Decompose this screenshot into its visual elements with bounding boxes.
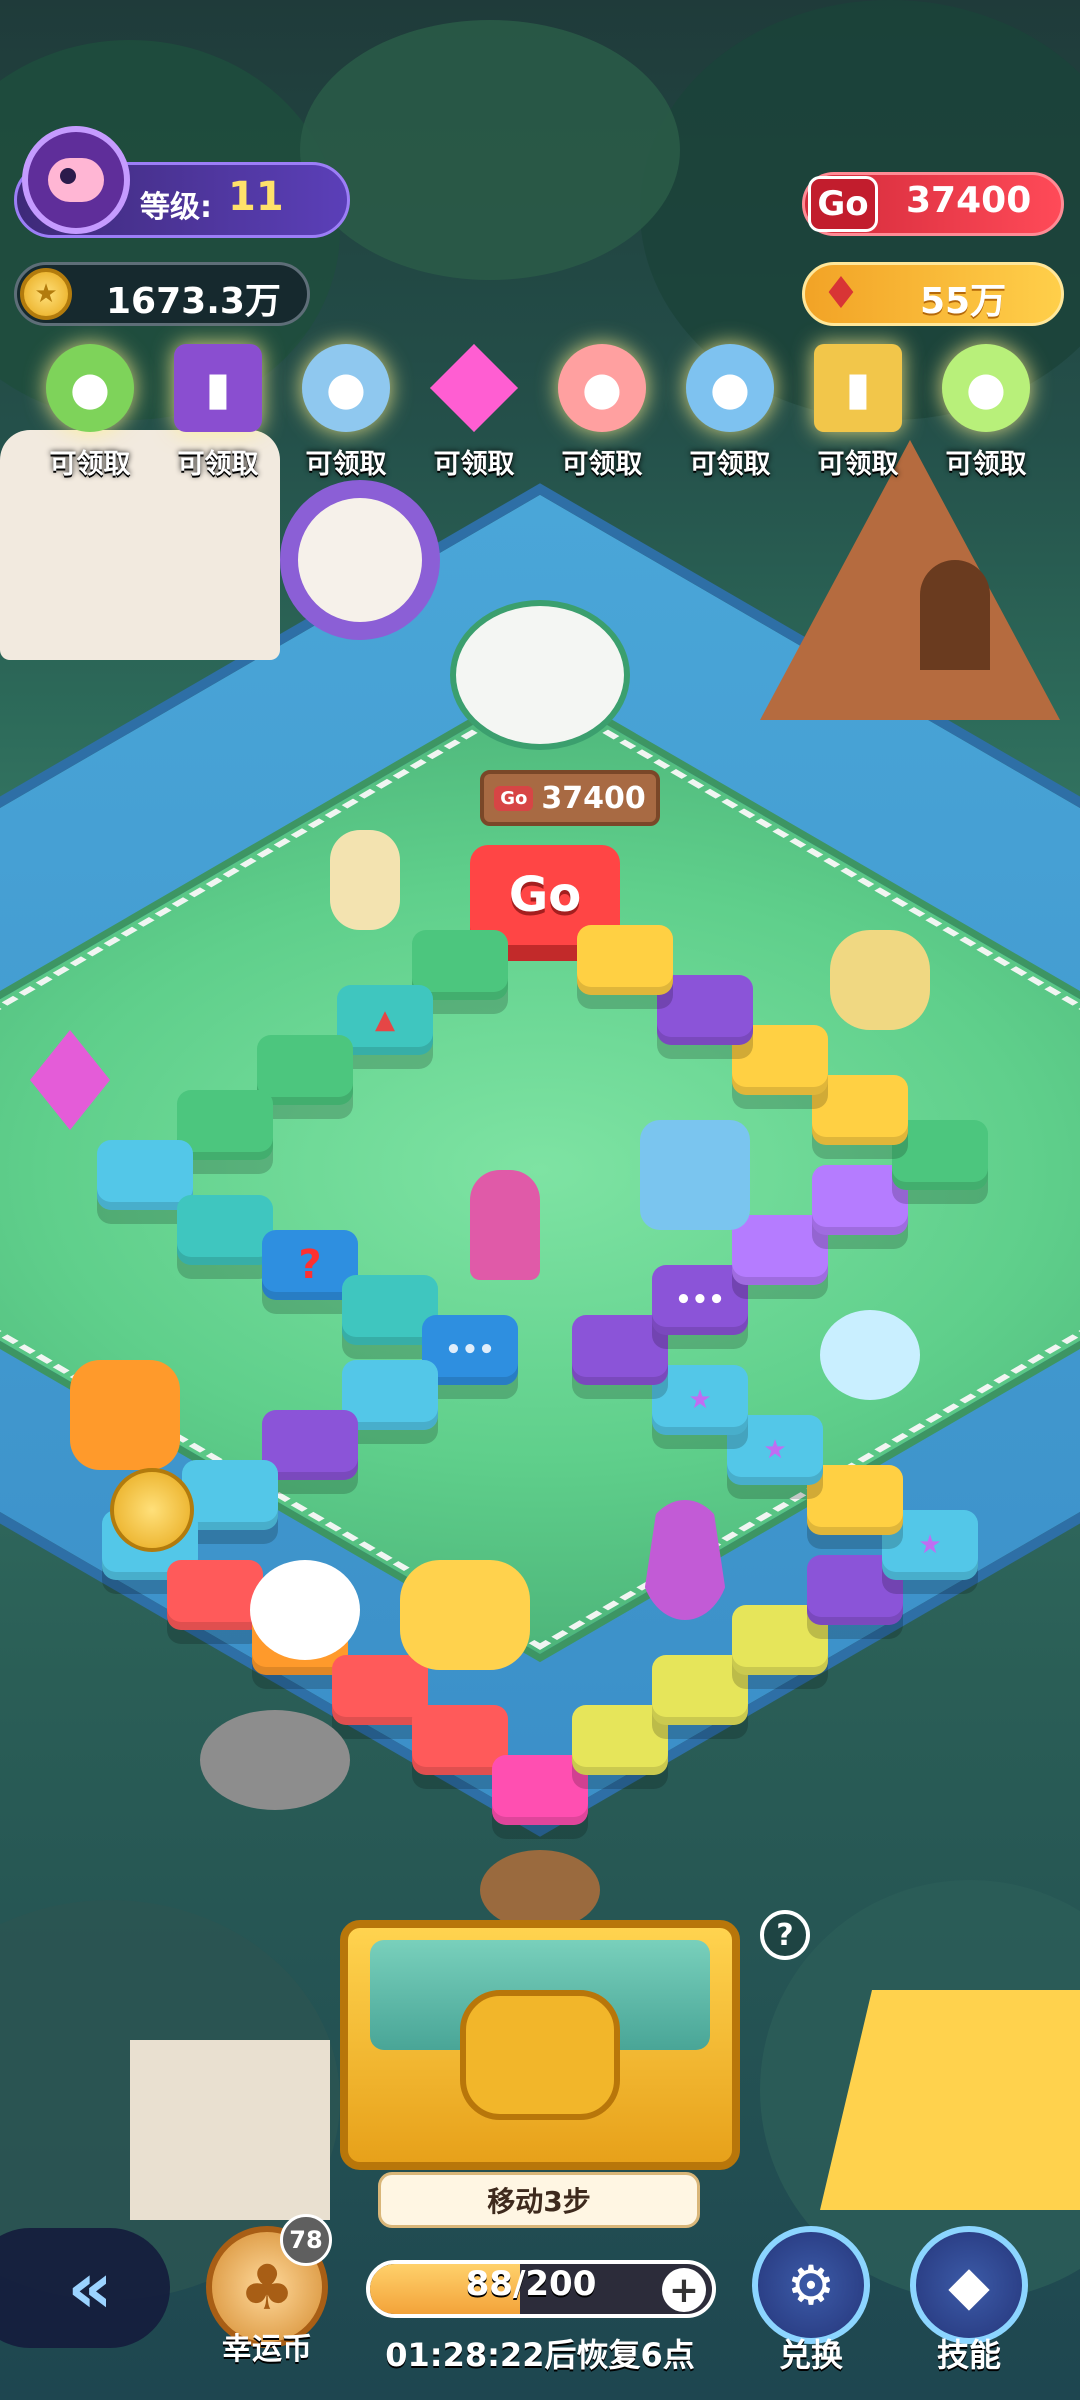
back-arrow-icon: «	[67, 2247, 113, 2329]
go-points-value: 37400	[906, 180, 1032, 221]
help-button[interactable]: ?	[760, 1910, 810, 1960]
board-tile[interactable]	[97, 1140, 193, 1210]
go-badge-icon: Go	[808, 176, 878, 232]
coin-balance: 1673.3万	[106, 281, 281, 322]
energy-recovery-timer: 01:28:22后恢复6点	[385, 2336, 695, 2374]
reward-label: 可领取	[561, 449, 643, 480]
exchange-icon: ⚙	[786, 2253, 836, 2317]
green-fish-icon: ●	[46, 344, 134, 432]
star-icon: ★	[918, 1530, 942, 1560]
player-avatar[interactable]	[22, 126, 130, 234]
sign-value: 37400	[541, 780, 646, 816]
penguin-statue	[820, 1310, 920, 1400]
exchange-button[interactable]: ⚙	[752, 2226, 870, 2344]
add-energy-button[interactable]: +	[662, 2268, 706, 2312]
level-label: 等级:	[140, 190, 212, 225]
back-button[interactable]: «	[0, 2228, 170, 2348]
board-tile[interactable]	[167, 1560, 263, 1630]
sea-otter	[200, 1710, 350, 1810]
golden-scroll-icon: ▮	[814, 344, 902, 432]
reward-label: 可领取	[177, 449, 259, 480]
reward-label: 可领取	[817, 449, 899, 480]
question-mark: ?	[298, 1242, 322, 1288]
reward-label: 可领取	[689, 449, 771, 480]
board-tile[interactable]	[577, 925, 673, 995]
chest-face-emblem	[460, 1990, 620, 2120]
gold-coin-icon: ★	[20, 268, 72, 320]
reward-item[interactable]: ▮ 可领取	[158, 344, 278, 484]
reward-label: 可领取	[49, 449, 131, 480]
energy-value: 88/200	[465, 2264, 597, 2304]
lucky-coin-count: 78	[280, 2214, 332, 2266]
gem-balance: 55万	[920, 281, 1007, 322]
reward-item[interactable]: ● 可领取	[30, 344, 150, 484]
ice-cube	[640, 1120, 750, 1230]
sign-go-badge: Go	[494, 785, 534, 811]
dragon-statue	[450, 600, 630, 750]
skills-label: 技能	[936, 2336, 1001, 2374]
dots-mark: •••	[675, 1285, 725, 1315]
clover-icon: ♣	[239, 2250, 295, 2324]
hut-door	[920, 560, 990, 670]
reward-row: ● 可领取 ▮ 可领取 ● 可领取 可领取 ● 可领取 ● 可领取 ▮ 可领取 …	[0, 344, 1080, 484]
go-points-sign: Go 37400	[480, 770, 660, 826]
capybara	[480, 1850, 600, 1930]
dots-mark: •••	[445, 1335, 495, 1365]
pufferfish-icon: ●	[686, 344, 774, 432]
board-tile[interactable]	[177, 1195, 273, 1265]
level-value: 11	[228, 174, 284, 220]
stone-house	[130, 2040, 330, 2220]
avatar-creature-icon	[48, 158, 104, 202]
reward-label: 可领取	[945, 449, 1027, 480]
reward-label: 可领取	[305, 449, 387, 480]
treasure-gem-icon: ♦	[821, 267, 861, 319]
purple-book-icon: ▮	[174, 344, 262, 432]
pink-flower-plant	[470, 1170, 540, 1280]
exchange-label: 兑换	[778, 2336, 843, 2374]
star-icon: ★	[688, 1385, 712, 1415]
reward-item[interactable]: 可领取	[414, 344, 534, 484]
pig-icon: ●	[558, 344, 646, 432]
fish-statue	[70, 1360, 180, 1470]
reward-item[interactable]: ● 可领取	[542, 344, 662, 484]
star-icon: ★	[763, 1435, 787, 1465]
chick-icon: ●	[942, 344, 1030, 432]
arrow-icon: ▲	[375, 1005, 395, 1035]
white-pet-player	[250, 1560, 360, 1660]
lucky-coin-label: 幸运币	[222, 2332, 312, 2367]
pink-crystal-icon	[430, 344, 518, 432]
seahorse-statue	[830, 930, 930, 1030]
reward-label: 可领取	[433, 449, 515, 480]
board-tile[interactable]	[257, 1035, 353, 1105]
parrot-icon: ●	[302, 344, 390, 432]
skills-icon: ◆	[948, 2253, 990, 2317]
reward-item[interactable]: ● 可领取	[286, 344, 406, 484]
round-door-building	[280, 480, 440, 640]
golden-pig-statue	[400, 1560, 530, 1670]
foliage-center	[300, 20, 680, 280]
start-tile-label: Go	[508, 867, 582, 923]
totem-statue	[330, 830, 400, 930]
reward-item[interactable]: ▮ 可领取	[798, 344, 918, 484]
reward-item[interactable]: ● 可领取	[926, 344, 1046, 484]
reward-item[interactable]: ● 可领取	[670, 344, 790, 484]
skills-button[interactable]: ◆	[910, 2226, 1028, 2344]
star-coin[interactable]	[110, 1468, 194, 1552]
